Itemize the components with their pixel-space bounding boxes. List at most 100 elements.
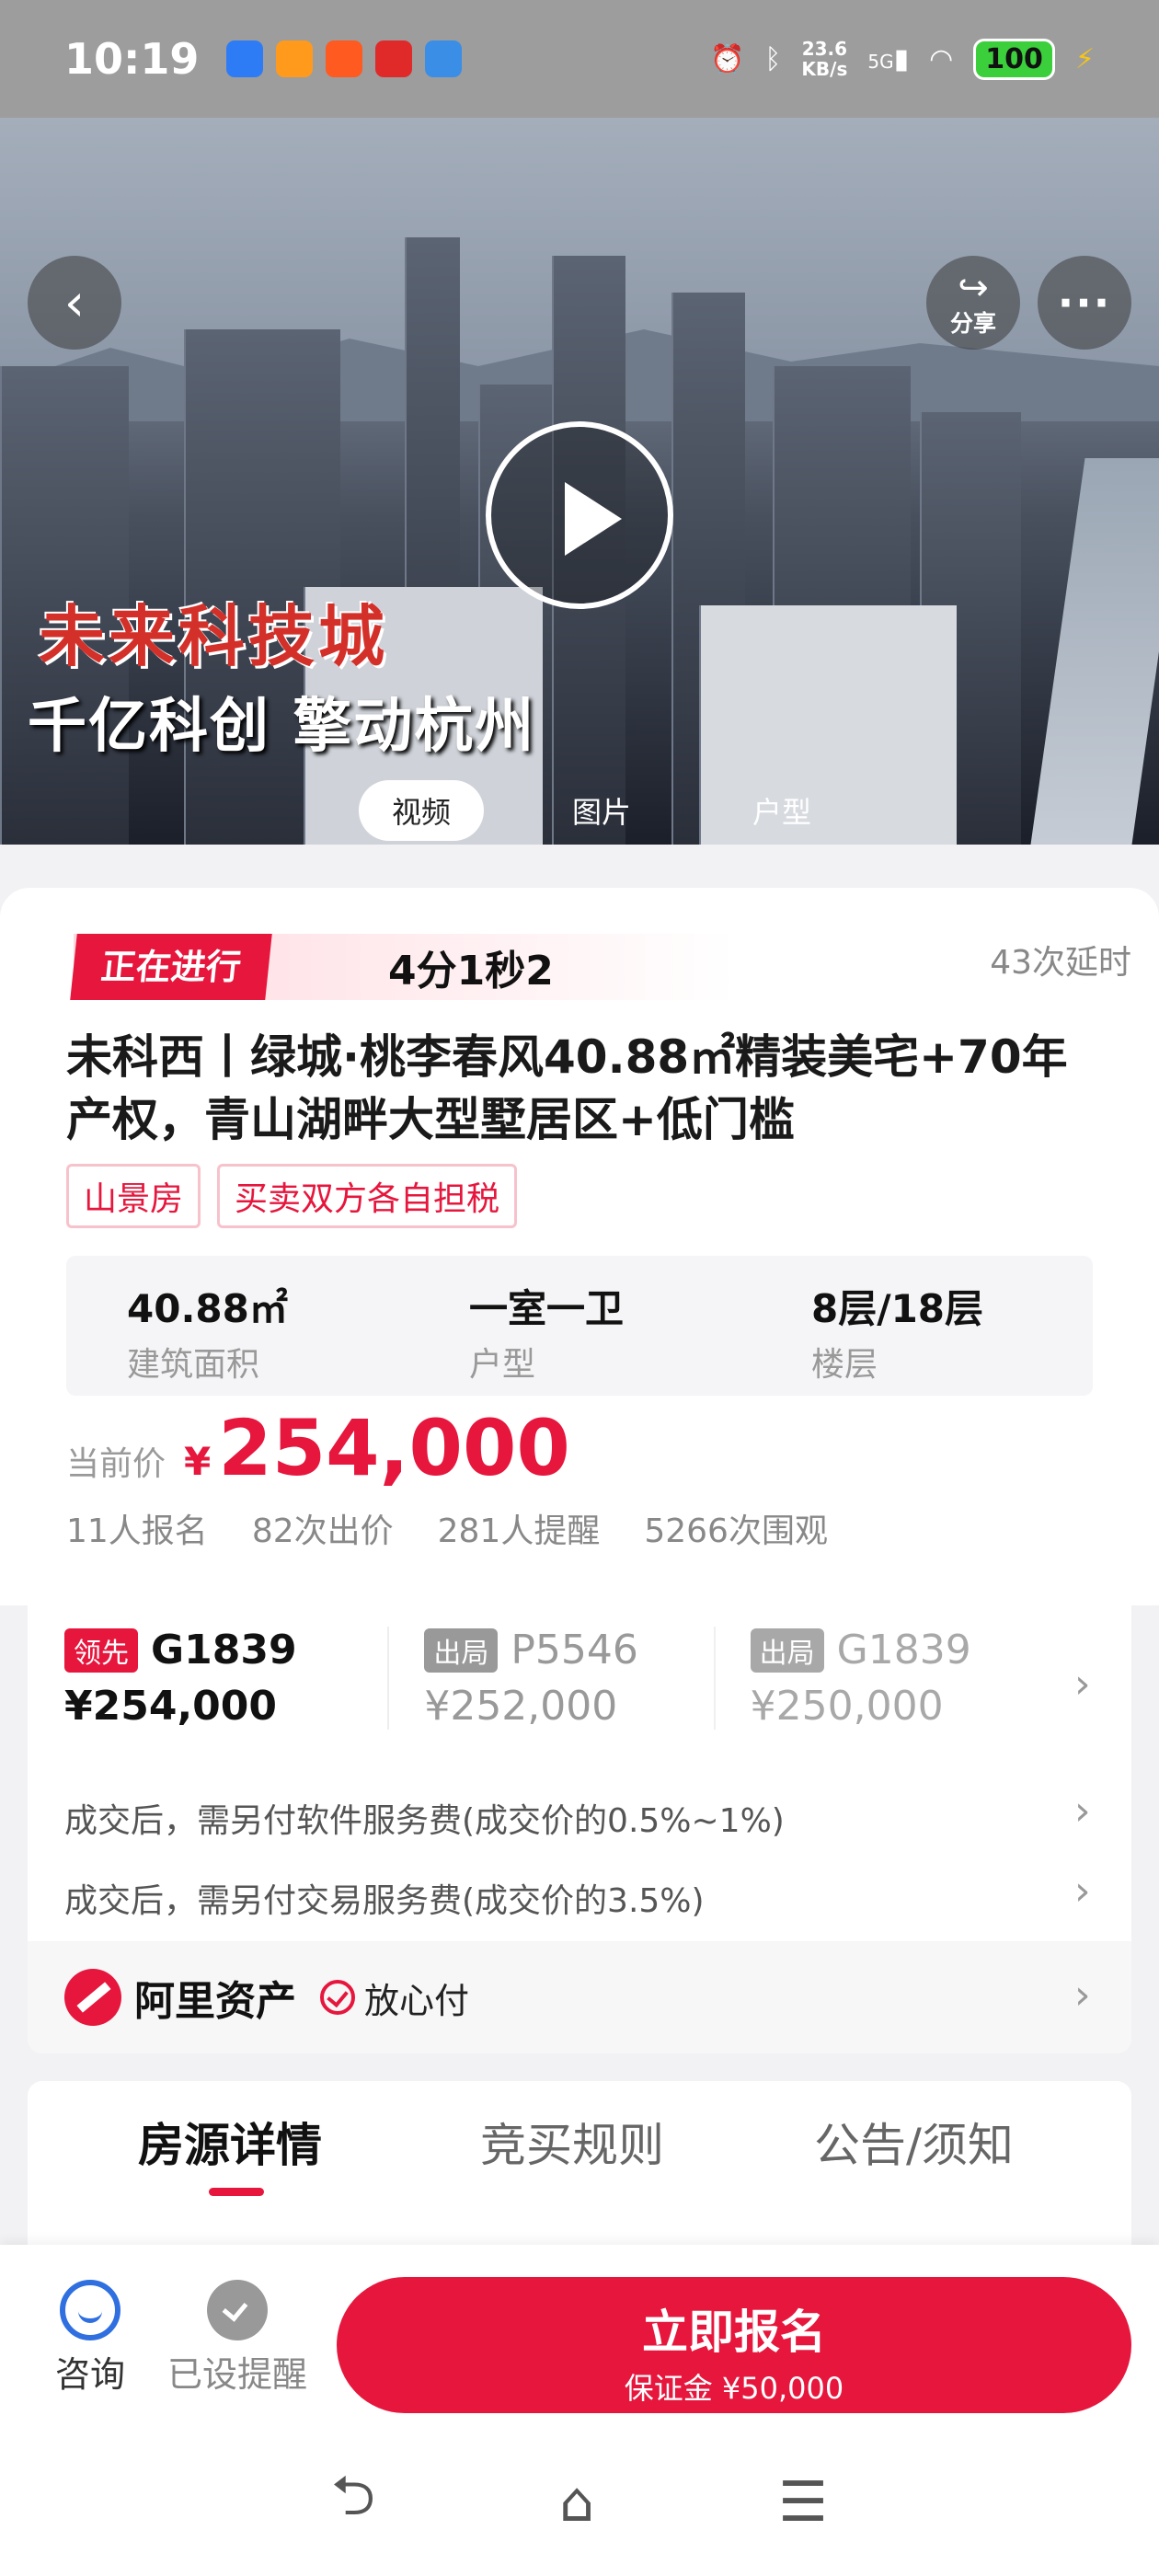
taobao-icon [326,40,363,77]
delay-count: 43次延时 [990,944,1131,982]
bid-price: ¥252,000 [424,1683,618,1730]
media-tab-video[interactable]: 视频 [359,780,485,841]
bluetooth-icon: ᛒ [764,42,782,75]
more-icon: ··· [1057,278,1112,328]
app-notification-icon [375,40,413,77]
guarantee-label: 放心付 [364,1980,470,2021]
bid-price: ¥254,000 [64,1683,278,1730]
chevron-right-icon: › [1074,1972,1091,2018]
reminder-button[interactable]: 已设提醒 [167,2280,307,2397]
bid-list[interactable]: 领先 G1839 ¥254,000 出局 P5546 ¥252,000 出局 G… [64,1627,1039,1730]
currency-symbol: ¥ [184,1439,212,1484]
bid-badge-outbid: 出局 [750,1627,824,1673]
detail-tabs: 房源详情 竞买规则 公告/须知 [28,2081,1131,2247]
signup-label: 立即报名 [642,2306,826,2359]
nav-home-icon[interactable]: ⌂ [559,2470,594,2535]
network-speed: 23.6 KB/s [801,38,848,80]
wifi-icon: ◠ [929,42,954,75]
platform-guarantee-row[interactable]: 阿里资产 放心付 › [28,1941,1131,2053]
chevron-right-icon[interactable]: › [1074,1661,1091,1708]
property-specs: 40.88㎡ 建筑面积 一室一卫 户型 8层/18层 楼层 [66,1256,1093,1396]
stat-bids: 82次出价 [251,1512,394,1550]
spec-layout-label: 户型 [469,1346,536,1384]
listing-tags: 山景房 买卖双方各自担税 [66,1164,518,1228]
auction-info-card: 正在进行 4分1秒2 43次延时 未科西丨绿城·桃李春风40.88㎡精装美宅+7… [0,888,1159,1605]
ali-assets-logo-icon [64,1969,121,2026]
chevron-left-icon: ‹ [63,272,86,333]
tag-tax: 买卖双方各自担税 [217,1164,518,1228]
hero-river [1030,458,1159,845]
bid-entry: 领先 G1839 ¥254,000 [64,1627,387,1730]
chevron-right-icon[interactable]: › [1074,1788,1091,1834]
spec-layout-value: 一室一卫 [469,1286,625,1331]
media-tab-floorplan[interactable]: 户型 [719,780,844,841]
media-tab-photos[interactable]: 图片 [539,780,664,841]
alarm-clock-icon [207,2280,268,2340]
battery-indicator: 100 [973,38,1055,80]
platform-name: 阿里资产 [134,1978,296,2025]
nav-back-icon[interactable]: ⮌ [331,2455,375,2549]
bid-entry: 出局 P5546 ¥252,000 [387,1627,713,1730]
bid-badge-outbid: 出局 [424,1627,499,1673]
hero-slogan-secondary: 千亿科创 擎动杭州 [28,692,536,761]
hero-slogan-primary: 未来科技城 [39,597,389,675]
charging-icon: ⚡ [1074,42,1095,75]
signal-icon: 5G▮ [867,42,910,75]
nav-menu-icon[interactable]: ☰ [778,2470,828,2535]
bid-price: ¥250,000 [750,1683,944,1730]
check-circle-icon [320,1980,355,2015]
countdown-timer: 4分1秒2 [388,948,554,995]
hero-media[interactable]: ‹ ↪ 分享 ··· 未来科技城 千亿科创 擎动杭州 视频 图片 户型 [0,118,1159,845]
app-notification-icon [276,40,314,77]
media-tabs: 视频 图片 户型 [359,780,844,841]
share-button[interactable]: ↪ 分享 [926,256,1020,350]
stat-views: 5266次围观 [644,1512,828,1550]
spec-floor-value: 8层/18层 [811,1286,984,1331]
consult-label: 咨询 [55,2354,126,2395]
status-indicators: ⏰ ᛒ 23.6 KB/s 5G▮ ◠ 100 ⚡ [710,38,1095,80]
current-price: 254,000 [218,1403,570,1493]
bidder-code: G1839 [151,1627,297,1673]
deposit-label: 保证金 ¥50,000 [624,2371,844,2406]
status-bar: 10:19 ⏰ ᛒ 23.6 KB/s 5G▮ ◠ 100 ⚡ [0,0,1159,118]
tab-bidding-rules[interactable]: 竞买规则 [480,2109,664,2175]
play-video-button[interactable] [486,421,673,609]
share-icon: ↪ [958,267,989,309]
spec-area-value: 40.88㎡ [127,1286,288,1331]
tab-property-details[interactable]: 房源详情 [138,2109,322,2175]
reminder-label: 已设提醒 [167,2354,308,2395]
current-price-row: 当前价 ¥ 254,000 [66,1403,570,1493]
bottom-action-bar: 咨询 已设提醒 立即报名 保证金 ¥50,000 [0,2245,1159,2429]
tab-announcements[interactable]: 公告/须知 [814,2109,1014,2175]
bidder-code: P5546 [511,1627,638,1673]
share-label: 分享 [949,310,996,337]
price-label: 当前价 [66,1445,166,1483]
spec-floor-label: 楼层 [811,1346,878,1384]
stat-signups: 11人报名 [66,1512,208,1550]
tab-active-indicator [209,2188,264,2196]
status-time: 10:19 [64,34,200,84]
alarm-icon: ⏰ [710,42,745,75]
spec-area: 40.88㎡ 建筑面积 [66,1256,408,1396]
listing-title: 未科西丨绿城·桃李春风40.88㎡精装美宅+70年产权，青山湖畔大型墅居区+低门… [66,1030,1068,1146]
stat-reminders: 281人提醒 [437,1512,601,1550]
signup-button[interactable]: 立即报名 保证金 ¥50,000 [337,2277,1131,2413]
spec-floor: 8层/18层 楼层 [751,1256,1093,1396]
chevron-right-icon[interactable]: › [1074,1868,1091,1915]
bidder-code: G1839 [836,1627,971,1673]
spec-area-label: 建筑面积 [127,1346,260,1384]
transaction-fee-note[interactable]: 成交后，需另付交易服务费(成交价的3.5%) [64,1874,705,1922]
back-button[interactable]: ‹ [28,256,121,350]
auction-stats: 11人报名 82次出价 281人提醒 5266次围观 [66,1504,828,1552]
more-button[interactable]: ··· [1038,256,1131,350]
notification-icons [226,40,463,77]
status-badge: 正在进行 [70,934,272,1000]
consult-button[interactable]: 咨询 [55,2280,125,2397]
software-fee-note[interactable]: 成交后，需另付软件服务费(成交价的0.5%~1%) [64,1794,785,1842]
spec-layout: 一室一卫 户型 [408,1256,751,1396]
bid-badge-leading: 领先 [64,1627,138,1673]
bid-record-card: 领先 G1839 ¥254,000 出局 P5546 ¥252,000 出局 G… [28,1592,1131,2053]
system-nav-bar: ⮌ ⌂ ☰ [0,2429,1159,2576]
tag-mountain-view: 山景房 [66,1164,201,1228]
app-notification-icon [425,40,463,77]
